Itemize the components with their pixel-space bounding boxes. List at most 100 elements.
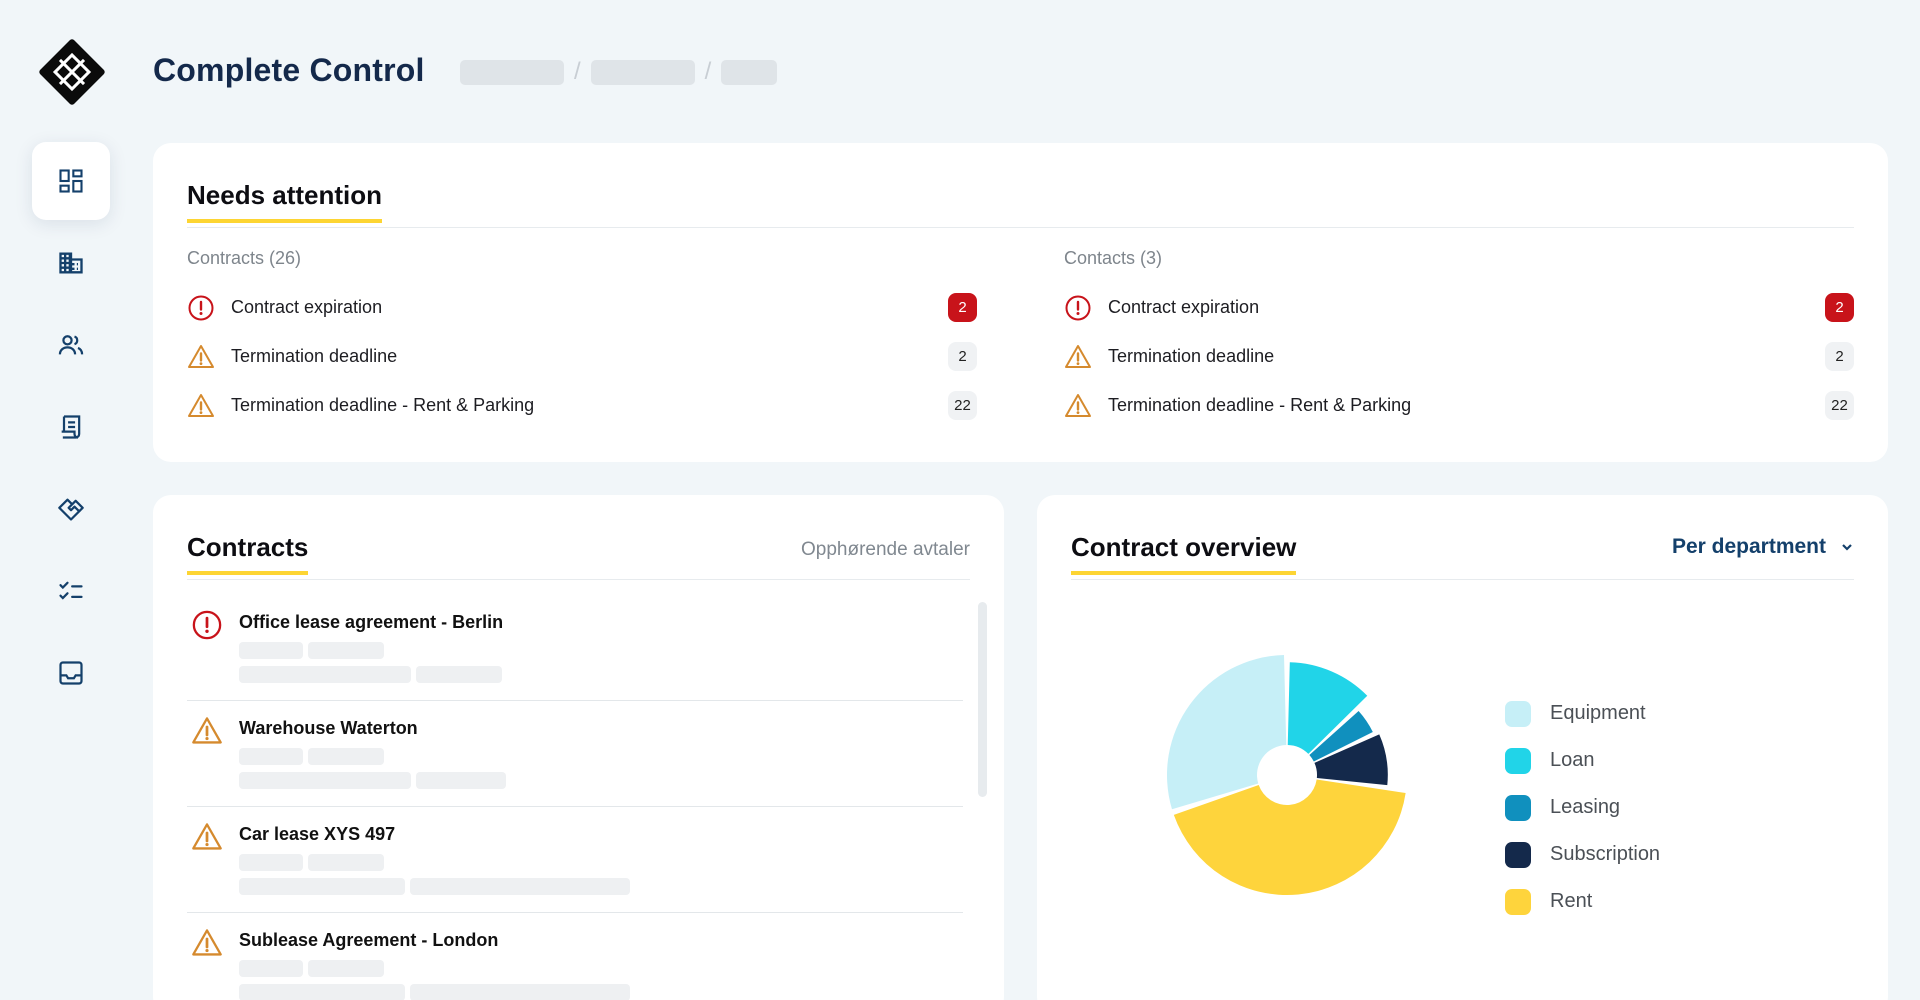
building-icon — [57, 249, 85, 277]
warning-icon — [191, 927, 223, 959]
contract-name: Warehouse Waterton — [239, 715, 506, 741]
card-title: Needs attention — [187, 179, 382, 223]
contract-name: Sublease Agreement - London — [239, 927, 630, 953]
contract-list-item[interactable]: Warehouse Waterton — [187, 701, 963, 807]
placeholder-bar — [410, 984, 630, 1000]
count-badge: 22 — [1825, 391, 1854, 420]
placeholder-bar — [308, 960, 384, 977]
warning-icon — [187, 343, 215, 371]
legend-swatch — [1505, 795, 1531, 821]
breadcrumb-item[interactable] — [460, 60, 564, 85]
placeholder-bar — [239, 666, 411, 683]
placeholder-row — [239, 878, 630, 895]
warning-icon — [187, 392, 215, 420]
placeholder-bar — [416, 772, 506, 789]
attention-row[interactable]: Termination deadline - Rent & Parking22 — [187, 381, 977, 430]
count-badge: 2 — [948, 342, 977, 371]
sidebar-item-contacts[interactable] — [32, 306, 110, 384]
sidebar-item-buildings[interactable] — [32, 224, 110, 302]
attention-column-label: Contacts (3) — [1064, 248, 1854, 269]
sidebar-item-dashboard[interactable] — [32, 142, 110, 220]
warning-icon — [191, 715, 223, 747]
pie-slice-equipment[interactable] — [1167, 655, 1286, 809]
attention-row[interactable]: Contract expiration2 — [187, 283, 977, 332]
department-select[interactable]: Per department — [1672, 535, 1854, 559]
attention-row-label: Termination deadline — [231, 346, 948, 367]
placeholder-row — [239, 772, 506, 789]
legend-item[interactable]: Rent — [1505, 878, 1660, 925]
placeholder-bar — [239, 984, 405, 1000]
attention-column-contracts: Contracts (26)Contract expiration2Termin… — [187, 248, 977, 430]
legend-swatch — [1505, 842, 1531, 868]
chart-legend: Equipment Loan Leasing Subscription Rent — [1505, 690, 1660, 925]
legend-label: Subscription — [1550, 843, 1660, 866]
legend-label: Leasing — [1550, 796, 1620, 819]
checklist-icon — [57, 577, 85, 605]
attention-row[interactable]: Termination deadline2 — [187, 332, 977, 381]
card-header: Contract overview Per department — [1071, 531, 1854, 580]
warning-icon — [1064, 392, 1092, 420]
placeholder-row — [239, 854, 630, 871]
legend-item[interactable]: Loan — [1505, 737, 1660, 784]
sidebar-item-tasks[interactable] — [32, 552, 110, 630]
contract-list-item[interactable]: Sublease Agreement - London — [187, 913, 963, 1000]
contract-item-body: Warehouse Waterton — [239, 715, 506, 806]
attention-row-label: Contract expiration — [231, 297, 948, 318]
count-badge: 2 — [1825, 293, 1854, 322]
attention-row[interactable]: Contract expiration2 — [1064, 283, 1854, 332]
attention-row-label: Termination deadline - Rent & Parking — [1108, 395, 1825, 416]
app-title: Complete Control — [153, 52, 425, 89]
attention-row[interactable]: Termination deadline2 — [1064, 332, 1854, 381]
sidebar-item-documents[interactable] — [32, 388, 110, 466]
legend-item[interactable]: Leasing — [1505, 784, 1660, 831]
warning-icon — [191, 821, 223, 853]
users-icon — [57, 331, 85, 359]
card-title: Contract overview — [1071, 531, 1296, 575]
handshake-icon — [57, 495, 85, 523]
warning-icon — [1064, 343, 1092, 371]
breadcrumb-item[interactable] — [591, 60, 695, 85]
placeholder-bar — [239, 748, 303, 765]
contract-item-body: Car lease XYS 497 — [239, 821, 630, 912]
app-logo — [38, 38, 106, 106]
department-select-value: Per department — [1672, 535, 1826, 559]
attention-column-contacts: Contacts (3)Contract expiration2Terminat… — [1064, 248, 1854, 430]
receipt-icon — [57, 413, 85, 441]
count-badge: 2 — [1825, 342, 1854, 371]
sidebar-item-agreements[interactable] — [32, 470, 110, 548]
contract-name: Office lease agreement - Berlin — [239, 609, 503, 635]
legend-item[interactable]: Equipment — [1505, 690, 1660, 737]
count-badge: 2 — [948, 293, 977, 322]
needs-attention-card: Needs attention Contracts (26) Contract e… — [153, 143, 1888, 462]
card-header: Contracts Opphørende avtaler — [187, 531, 970, 580]
placeholder-row — [239, 642, 503, 659]
breadcrumb-separator: / — [705, 58, 712, 86]
placeholder-bar — [239, 878, 405, 895]
contracts-card: Contracts Opphørende avtaler Office leas… — [153, 495, 1004, 1000]
expiring-contracts-link[interactable]: Opphørende avtaler — [801, 539, 970, 561]
placeholder-row — [239, 984, 630, 1000]
attention-row-label: Termination deadline - Rent & Parking — [231, 395, 948, 416]
dashboard-icon — [57, 167, 85, 195]
chevron-down-icon — [1840, 540, 1854, 554]
count-badge: 22 — [948, 391, 977, 420]
error-icon — [1064, 294, 1092, 322]
attention-row-label: Termination deadline — [1108, 346, 1825, 367]
card-title: Contracts — [187, 531, 308, 575]
breadcrumb-separator: / — [574, 58, 581, 86]
card-header: Needs attention — [187, 179, 1854, 228]
legend-label: Equipment — [1550, 702, 1646, 725]
contract-list-item[interactable]: Car lease XYS 497 — [187, 807, 963, 913]
contract-overview-card: Contract overview Per department Equipme… — [1037, 495, 1888, 1000]
scrollbar[interactable] — [978, 602, 987, 797]
placeholder-row — [239, 748, 506, 765]
contract-list-item[interactable]: Office lease agreement - Berlin — [187, 595, 963, 701]
attention-column-label: Contracts (26) — [187, 248, 977, 269]
placeholder-bar — [239, 960, 303, 977]
sidebar-item-inbox[interactable] — [32, 634, 110, 712]
legend-label: Rent — [1550, 890, 1592, 913]
legend-item[interactable]: Subscription — [1505, 831, 1660, 878]
attention-row[interactable]: Termination deadline - Rent & Parking22 — [1064, 381, 1854, 430]
breadcrumb-item[interactable] — [721, 60, 777, 85]
contract-list: Office lease agreement - Berlin Warehouse… — [187, 595, 963, 1000]
